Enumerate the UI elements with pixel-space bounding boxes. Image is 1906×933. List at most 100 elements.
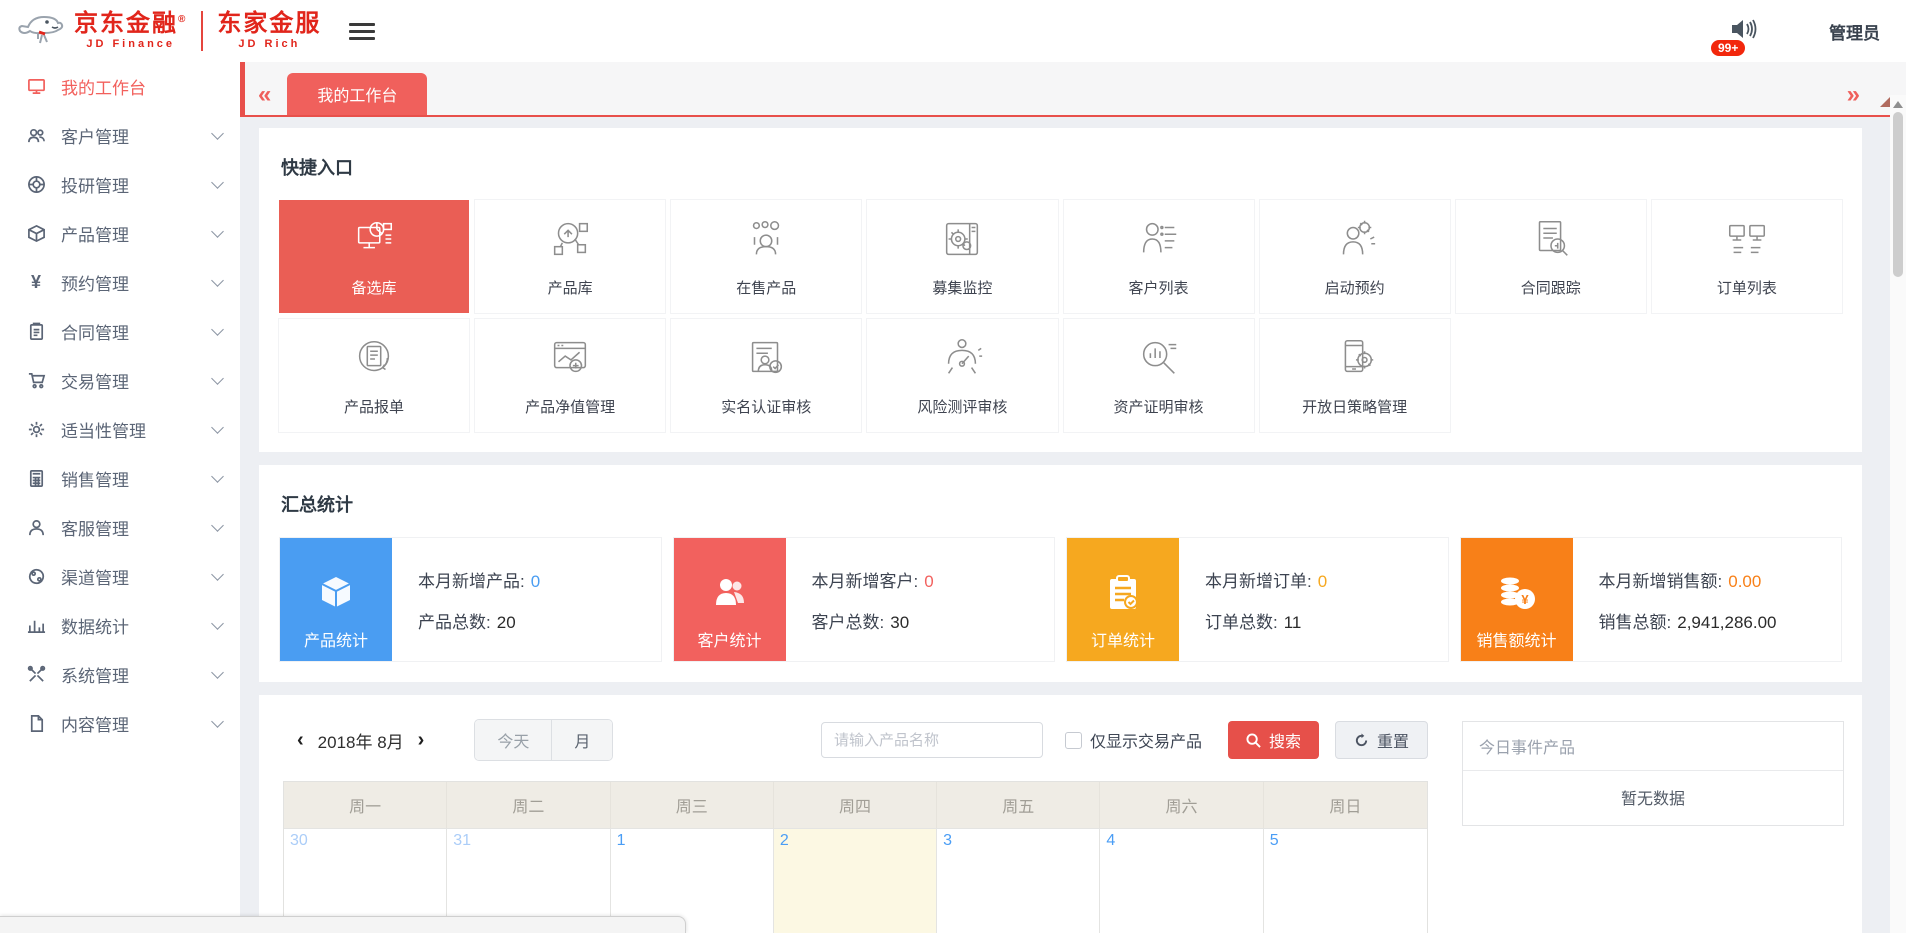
users-icon bbox=[26, 126, 46, 146]
quick-card-risk-audit[interactable]: 风险测评审核 bbox=[867, 319, 1057, 432]
scrollbar-thumb[interactable] bbox=[1893, 112, 1903, 277]
weekday-header: 周一 bbox=[284, 782, 447, 828]
stat-line-label: 本月新增客户: bbox=[812, 572, 919, 591]
sidebar-item-contract-mgmt[interactable]: 合同管理 bbox=[0, 307, 240, 356]
chevron-down-icon bbox=[211, 666, 224, 679]
calendar-day-cell[interactable]: 5 bbox=[1264, 828, 1427, 933]
quick-card-candidate-pool[interactable]: 备选库 bbox=[279, 200, 469, 313]
calendar-day-cell-today[interactable]: 2 bbox=[774, 828, 937, 933]
weekday-header: 周四 bbox=[774, 782, 937, 828]
yen-icon: ¥ bbox=[26, 273, 46, 293]
chevron-down-icon bbox=[211, 617, 224, 630]
main-content: 快捷入口 备选库 产品库 在售产品 募集监控 客户列表 bbox=[240, 119, 1890, 933]
calendar-day-cell[interactable]: 4 bbox=[1100, 828, 1263, 933]
sidebar-item-suitability-mgmt[interactable]: 适当性管理 bbox=[0, 405, 240, 454]
sidebar-item-reservation-mgmt[interactable]: ¥ 预约管理 bbox=[0, 258, 240, 307]
product-declaration-icon bbox=[351, 335, 397, 386]
stat-line-label: 本月新增订单: bbox=[1205, 572, 1312, 591]
quick-card-customer-list[interactable]: 客户列表 bbox=[1064, 200, 1254, 313]
quick-card-label: 开放日策略管理 bbox=[1302, 396, 1407, 417]
quick-card-openday-strategy[interactable]: 开放日策略管理 bbox=[1260, 319, 1450, 432]
quick-card-order-list[interactable]: 订单列表 bbox=[1652, 200, 1842, 313]
sidebar-item-label: 客服管理 bbox=[61, 515, 129, 540]
customer-list-icon bbox=[1136, 216, 1182, 267]
stat-card-label: 销售额统计 bbox=[1476, 627, 1556, 651]
sidebar-item-label: 合同管理 bbox=[61, 319, 129, 344]
notifications-button[interactable]: 99+ bbox=[1729, 16, 1759, 47]
sidebar-nav: 我的工作台 客户管理 投研管理 产品管理 ¥ 预约管理 合同管理 交易管理 适当… bbox=[0, 62, 240, 933]
sidebar-item-customer-mgmt[interactable]: 客户管理 bbox=[0, 111, 240, 160]
sidebar-item-workbench[interactable]: 我的工作台 bbox=[0, 62, 240, 111]
brand-divider bbox=[201, 11, 203, 51]
stat-line-label: 客户总数: bbox=[812, 613, 885, 632]
reset-button[interactable]: 重置 bbox=[1335, 721, 1428, 759]
today-events-empty: 暂无数据 bbox=[1463, 771, 1843, 825]
gear-icon bbox=[26, 420, 46, 440]
today-events-panel: 今日事件产品 暂无数据 bbox=[1462, 721, 1844, 826]
stat-card-products-badge: 产品统计 bbox=[280, 538, 392, 661]
sidebar-item-data-stats[interactable]: 数据统计 bbox=[0, 601, 240, 650]
product-search-input[interactable] bbox=[821, 722, 1043, 758]
sidebar-item-label: 内容管理 bbox=[61, 711, 129, 736]
next-month-button[interactable]: › bbox=[404, 729, 439, 752]
quick-card-nav-mgmt[interactable]: 产品净值管理 bbox=[475, 319, 665, 432]
chevron-down-icon bbox=[211, 274, 224, 287]
stat-line-label: 订单总数: bbox=[1205, 613, 1278, 632]
weekday-header: 周二 bbox=[447, 782, 610, 828]
sidebar-item-label: 系统管理 bbox=[61, 662, 129, 687]
quick-card-label: 募集监控 bbox=[932, 277, 992, 298]
sidebar-item-channel-mgmt[interactable]: 渠道管理 bbox=[0, 552, 240, 601]
quick-card-fundraising-monitor[interactable]: 募集监控 bbox=[867, 200, 1057, 313]
stat-card-orders: 订单统计 本月新增订单:0 订单总数:11 bbox=[1066, 537, 1449, 662]
brand-name-cn: 京东金融® bbox=[74, 12, 187, 36]
quick-card-product-library[interactable]: 产品库 bbox=[475, 200, 665, 313]
sidebar-item-label: 投研管理 bbox=[61, 172, 129, 197]
stat-line-value: 20 bbox=[497, 613, 516, 632]
quick-card-label: 客户列表 bbox=[1129, 277, 1189, 298]
nav-mgmt-icon bbox=[547, 335, 593, 386]
coins-yen-icon: ¥ bbox=[1496, 573, 1538, 613]
chevron-down-icon bbox=[211, 568, 224, 581]
sidebar-item-label: 交易管理 bbox=[61, 368, 129, 393]
chevron-down-icon bbox=[211, 421, 224, 434]
trade-products-only-checkbox[interactable]: 仅显示交易产品 bbox=[1065, 728, 1202, 752]
cart-icon bbox=[26, 371, 46, 391]
sidebar-item-service-mgmt[interactable]: 客服管理 bbox=[0, 503, 240, 552]
quick-card-realname-audit[interactable]: 实名认证审核 bbox=[671, 319, 861, 432]
user-menu[interactable]: 管理员 bbox=[1829, 19, 1880, 44]
tab-my-workbench[interactable]: 我的工作台 bbox=[287, 73, 427, 115]
quick-card-label: 合同跟踪 bbox=[1521, 277, 1581, 298]
menu-toggle-icon[interactable] bbox=[349, 19, 375, 44]
calculator-icon bbox=[26, 469, 46, 489]
sidebar-item-sales-mgmt[interactable]: 销售管理 bbox=[0, 454, 240, 503]
stat-line-value: 0 bbox=[1318, 572, 1327, 591]
scroll-up-icon[interactable] bbox=[1893, 101, 1903, 108]
prev-month-button[interactable]: ‹ bbox=[283, 729, 318, 752]
quick-card-contract-tracking[interactable]: 合同跟踪 bbox=[1456, 200, 1646, 313]
quick-card-label: 产品净值管理 bbox=[525, 396, 615, 417]
quick-card-onsale-products[interactable]: 在售产品 bbox=[671, 200, 861, 313]
quick-card-label: 备选库 bbox=[352, 277, 397, 298]
calendar-day-cell[interactable]: 3 bbox=[937, 828, 1100, 933]
jd-dog-mascot-icon bbox=[14, 9, 68, 53]
checkbox-icon bbox=[1065, 732, 1082, 749]
quick-card-product-declaration[interactable]: 产品报单 bbox=[279, 319, 469, 432]
today-button[interactable]: 今天 bbox=[475, 720, 551, 760]
sidebar-item-system-mgmt[interactable]: 系统管理 bbox=[0, 650, 240, 699]
quick-card-asset-proof-audit[interactable]: 资产证明审核 bbox=[1064, 319, 1254, 432]
tabs-scroll-left-button[interactable]: « bbox=[240, 83, 287, 115]
search-button[interactable]: 搜索 bbox=[1228, 721, 1319, 759]
stat-line-label: 本月新增产品: bbox=[418, 572, 525, 591]
vertical-scrollbar[interactable] bbox=[1890, 95, 1906, 933]
sidebar-item-product-mgmt[interactable]: 产品管理 bbox=[0, 209, 240, 258]
quick-card-label: 在售产品 bbox=[736, 277, 796, 298]
month-view-button[interactable]: 月 bbox=[551, 720, 612, 760]
sidebar-item-content-mgmt[interactable]: 内容管理 bbox=[0, 699, 240, 748]
sidebar-item-trade-mgmt[interactable]: 交易管理 bbox=[0, 356, 240, 405]
candidate-pool-icon bbox=[351, 216, 397, 267]
tabs-scroll-right-button[interactable]: » bbox=[1829, 83, 1876, 115]
file-icon bbox=[26, 714, 46, 734]
sidebar-item-research-mgmt[interactable]: 投研管理 bbox=[0, 160, 240, 209]
app-logo[interactable]: 京东金融® JD Finance 东家金服 JD Rich bbox=[0, 9, 321, 53]
quick-card-start-reservation[interactable]: 启动预约 bbox=[1260, 200, 1450, 313]
